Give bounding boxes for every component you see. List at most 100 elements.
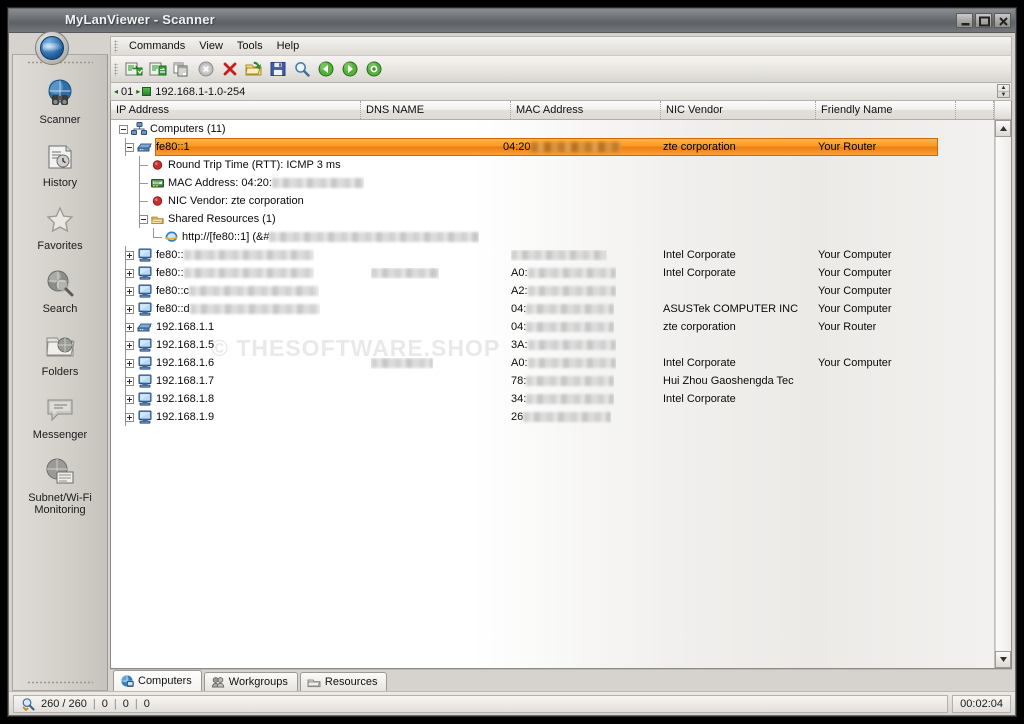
range-next-icon[interactable]: ▸ bbox=[136, 87, 140, 96]
menu-view[interactable]: View bbox=[192, 38, 230, 54]
cell-ip-address: 192.168.1.6 bbox=[125, 354, 214, 372]
column-header-ip-address[interactable]: IP Address bbox=[111, 101, 361, 119]
tree-expand-toggle[interactable] bbox=[125, 250, 134, 260]
device-row[interactable]: fe80::c A2: Your Computer bbox=[111, 282, 994, 300]
tree-expand-toggle[interactable] bbox=[125, 394, 134, 404]
column-header-nic-vendor[interactable]: NIC Vendor bbox=[661, 101, 816, 119]
cell-ip-address: fe80::1 bbox=[125, 138, 190, 156]
redacted-text bbox=[523, 412, 612, 422]
device-row[interactable]: fe80:: Intel Corporate Your Computer bbox=[111, 246, 994, 264]
start-scan-button[interactable] bbox=[122, 57, 146, 81]
column-header-friendly-name[interactable]: Friendly Name bbox=[816, 101, 956, 119]
tree-expand-toggle[interactable] bbox=[125, 376, 134, 386]
device-row-selected[interactable]: fe80::1 04:20 zte corporation Your Router bbox=[111, 138, 994, 156]
copy-window-button[interactable] bbox=[170, 57, 194, 81]
range-stepper[interactable]: ▲ ▼ bbox=[997, 84, 1010, 98]
menu-help[interactable]: Help bbox=[270, 38, 307, 54]
red-dot-icon bbox=[151, 159, 164, 171]
tree-expand-toggle[interactable] bbox=[125, 286, 134, 296]
tree-expand-toggle[interactable] bbox=[125, 358, 134, 368]
minimize-button[interactable] bbox=[956, 13, 973, 28]
row-label: Round Trip Time (RTT): ICMP 3 ms bbox=[168, 159, 341, 171]
range-stepper-up-icon[interactable]: ▲ bbox=[998, 85, 1009, 92]
star-icon bbox=[43, 203, 77, 237]
redacted-text bbox=[526, 376, 615, 386]
tab-computers[interactable]: Computers bbox=[113, 670, 202, 691]
menu-tools[interactable]: Tools bbox=[230, 38, 270, 54]
scrollbar-track[interactable] bbox=[995, 137, 1011, 651]
device-row[interactable]: 192.168.1.7 78: Hui Zhou Gaoshengda Tec bbox=[111, 372, 994, 390]
scroll-down-button[interactable] bbox=[995, 651, 1011, 668]
redacted-text bbox=[526, 304, 615, 314]
tree-collapse-toggle[interactable] bbox=[139, 214, 148, 224]
device-row[interactable]: 192.168.1.9 26 bbox=[111, 408, 994, 426]
device-row[interactable]: NIC Vendor: zte corporation bbox=[111, 192, 994, 210]
menu-grip-handle[interactable] bbox=[114, 39, 118, 53]
scan-again-button[interactable] bbox=[146, 57, 170, 81]
window-title: MyLanViewer - Scanner bbox=[65, 12, 215, 27]
sidebar-item-search[interactable]: Search bbox=[13, 260, 107, 323]
list-vertical-scrollbar[interactable] bbox=[994, 120, 1011, 668]
find-button[interactable] bbox=[290, 57, 314, 81]
column-header-dns-name[interactable]: DNS NAME bbox=[361, 101, 511, 119]
toolbar-grip-handle[interactable] bbox=[114, 62, 118, 76]
device-row[interactable]: 192.168.1.6 A0: Intel Corporate Your Comput… bbox=[111, 354, 994, 372]
column-header-mac-address[interactable]: MAC Address bbox=[511, 101, 661, 119]
device-row[interactable]: Shared Resources (1) bbox=[111, 210, 994, 228]
menu-commands[interactable]: Commands bbox=[122, 38, 192, 54]
device-list-view: IP Address DNS NAME MAC Address NIC Vendor F… bbox=[110, 101, 1012, 669]
sidebar-item-subnet-wi-fi-monitoring[interactable]: Subnet/Wi-Fi Monitoring bbox=[13, 449, 107, 524]
scan-range-bar[interactable]: ◂ 01 ▸ 192.168.1-1.0-254 ▲ ▼ bbox=[110, 83, 1012, 101]
sidebar-item-messenger[interactable]: Messenger bbox=[13, 386, 107, 449]
row-label: 192.168.1.8 bbox=[156, 393, 215, 405]
range-index-spinner[interactable]: ◂ 01 ▸ bbox=[111, 86, 140, 98]
tree-expand-toggle[interactable] bbox=[125, 322, 134, 332]
device-row[interactable]: MAC Address: 04:20: bbox=[111, 174, 994, 192]
range-stepper-down-icon[interactable]: ▼ bbox=[998, 92, 1009, 98]
device-row[interactable]: 192.168.1.1 04: zte corporation Your Router bbox=[111, 318, 994, 336]
tree-collapse-toggle[interactable] bbox=[125, 142, 134, 152]
maximize-button[interactable] bbox=[975, 13, 992, 28]
device-row[interactable]: http://[fe80::1] (&# bbox=[111, 228, 994, 246]
save-button[interactable] bbox=[266, 57, 290, 81]
cell-friendly-name: Your Router bbox=[818, 318, 876, 336]
tab-label: Resources bbox=[324, 676, 378, 688]
tab-workgroups[interactable]: Workgroups bbox=[203, 672, 298, 691]
cell-mac-address: 34: bbox=[511, 390, 615, 408]
start-scan-icon bbox=[125, 62, 143, 76]
sidebar-item-list: Scanner History Favorites Search Folders Mess… bbox=[13, 55, 107, 524]
device-row[interactable]: Computers (11) bbox=[111, 120, 994, 138]
vendor-value: Intel Corporate bbox=[663, 393, 736, 405]
row-label: fe80::1 bbox=[156, 141, 190, 153]
forward-button[interactable] bbox=[338, 57, 362, 81]
device-row[interactable]: fe80::d 04: ASUSTek COMPUTER INC Your Compu… bbox=[111, 300, 994, 318]
device-row[interactable]: 192.168.1.5 3A: bbox=[111, 336, 994, 354]
device-row[interactable]: Round Trip Time (RTT): ICMP 3 ms bbox=[111, 156, 994, 174]
rescan-button[interactable] bbox=[362, 57, 386, 81]
range-prev-icon[interactable]: ◂ bbox=[114, 87, 118, 96]
sidebar-item-history[interactable]: History bbox=[13, 134, 107, 197]
cell-mac-address: A0: bbox=[511, 354, 616, 372]
tree-expand-toggle[interactable] bbox=[125, 304, 134, 314]
scroll-up-button[interactable] bbox=[995, 120, 1011, 137]
device-row[interactable]: fe80:: A0: Intel Corporate Your Computer bbox=[111, 264, 994, 282]
sidebar-item-folders[interactable]: Folders bbox=[13, 323, 107, 386]
mac-value: A0: bbox=[511, 267, 528, 279]
back-button[interactable] bbox=[314, 57, 338, 81]
stop-button[interactable] bbox=[194, 57, 218, 81]
title-bar[interactable]: MyLanViewer - Scanner bbox=[9, 9, 1015, 33]
close-button[interactable] bbox=[994, 13, 1011, 28]
tree-expand-toggle[interactable] bbox=[125, 268, 134, 278]
tree-collapse-toggle[interactable] bbox=[119, 124, 128, 134]
tab-resources[interactable]: Resources bbox=[299, 672, 388, 691]
sidebar-item-scanner[interactable]: Scanner bbox=[13, 71, 107, 134]
copy-window-icon bbox=[173, 62, 188, 77]
cell-ip-address: 192.168.1.8 bbox=[125, 390, 214, 408]
tree-expand-toggle[interactable] bbox=[125, 412, 134, 422]
open-file-button[interactable] bbox=[242, 57, 266, 81]
delete-button[interactable] bbox=[218, 57, 242, 81]
friendly-value: Your Computer bbox=[818, 249, 892, 261]
tree-expand-toggle[interactable] bbox=[125, 340, 134, 350]
device-row[interactable]: 192.168.1.8 34: Intel Corporate bbox=[111, 390, 994, 408]
sidebar-item-favorites[interactable]: Favorites bbox=[13, 197, 107, 260]
